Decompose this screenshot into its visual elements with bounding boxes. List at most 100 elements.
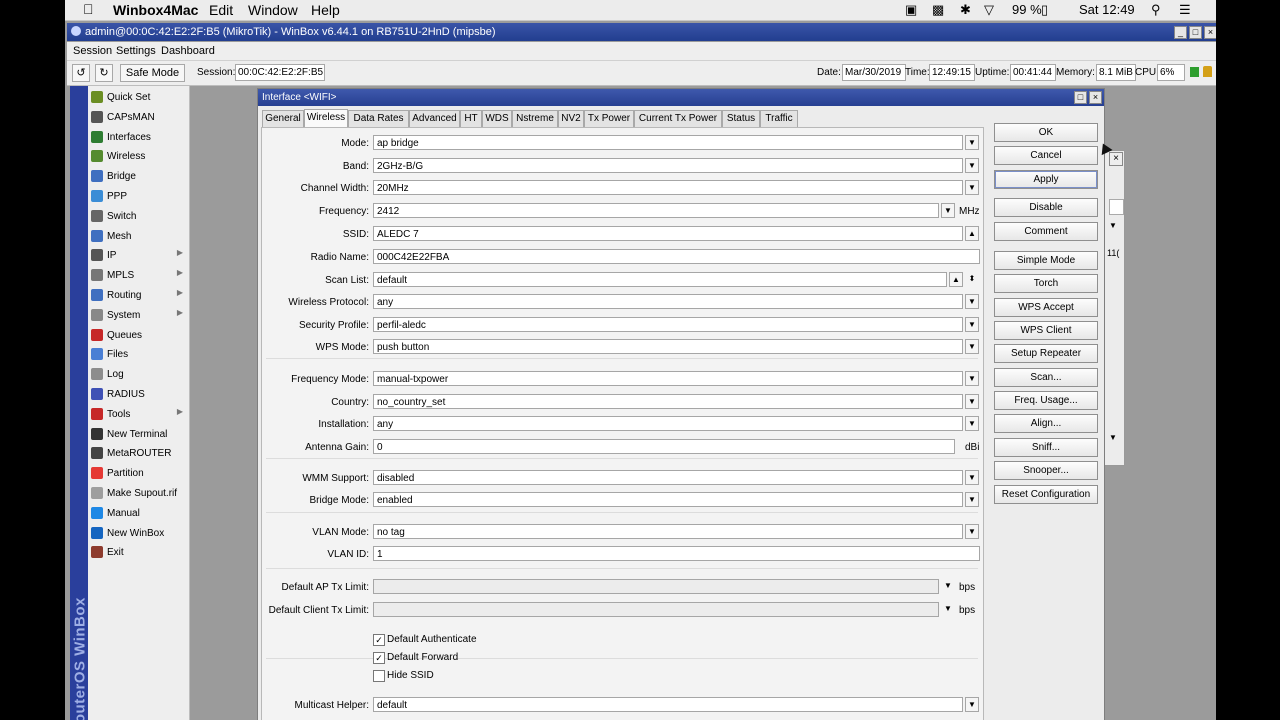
sidebar-item-partition[interactable]: Partition: [88, 464, 189, 483]
scan-list-field[interactable]: default: [373, 272, 947, 287]
chevron-down-icon[interactable]: ▼: [965, 394, 979, 409]
dialog-titlebar[interactable]: Interface <WIFI> □ ×: [258, 89, 1104, 106]
vlan-mode-field[interactable]: no tag: [373, 524, 963, 539]
mac-app-name[interactable]: Winbox4Mac: [113, 2, 198, 18]
default-client-tx-limit-field[interactable]: [373, 602, 939, 617]
sidebar-item-bridge[interactable]: Bridge: [88, 167, 189, 186]
chevron-down-icon[interactable]: ▼: [965, 180, 979, 195]
close-icon[interactable]: ×: [1204, 26, 1216, 39]
notification-icon[interactable]: ▩: [932, 2, 944, 18]
torch-button[interactable]: Torch: [994, 274, 1098, 293]
sidebar-item-manual[interactable]: Manual: [88, 504, 189, 523]
sidebar-item-system[interactable]: System ▶: [88, 306, 189, 325]
chevron-down-icon[interactable]: ▼: [965, 339, 979, 354]
vlan-id-field[interactable]: 1: [373, 546, 980, 561]
sidebar-item-files[interactable]: Files: [88, 345, 189, 364]
sidebar-item-interfaces[interactable]: Interfaces: [88, 128, 189, 147]
chevron-down-icon[interactable]: ▼: [965, 158, 979, 173]
maximize-icon[interactable]: □: [1189, 26, 1202, 39]
align-button[interactable]: Align...: [994, 414, 1098, 433]
screen-record-icon[interactable]: ▣: [905, 2, 917, 18]
chevron-down-icon[interactable]: ▼: [965, 492, 979, 507]
sidebar-item-tools[interactable]: Tools ▶: [88, 405, 189, 424]
window-titlebar[interactable]: admin@00:0C:42:E2:2F:B5 (MikroTik) - Win…: [67, 23, 1216, 41]
sidebar-item-switch[interactable]: Switch: [88, 207, 189, 226]
spotlight-search-icon[interactable]: ⚲: [1151, 2, 1161, 18]
installation-field[interactable]: any: [373, 416, 963, 431]
security-profile-field[interactable]: perfil-aledc: [373, 317, 963, 332]
undo-icon[interactable]: ↺: [72, 64, 90, 82]
freq-usage-button[interactable]: Freq. Usage...: [994, 391, 1098, 410]
sidebar-item-capsman[interactable]: CAPsMAN: [88, 108, 189, 127]
chevron-down-icon[interactable]: ▼: [941, 203, 955, 218]
sidebar-item-radius[interactable]: RADIUS: [88, 385, 189, 404]
sidebar-item-quick-set[interactable]: Quick Set: [88, 88, 189, 107]
setup-repeater-button[interactable]: Setup Repeater: [994, 344, 1098, 363]
apple-icon[interactable]: : [83, 1, 94, 17]
tab-data-rates[interactable]: Data Rates: [348, 110, 409, 127]
default-forward-checkbox[interactable]: ✓ Default Forward: [373, 652, 493, 666]
sidebar-item-new-winbox[interactable]: New WinBox: [88, 524, 189, 543]
sidebar-item-queues[interactable]: Queues: [88, 326, 189, 345]
antenna-gain-field[interactable]: 0: [373, 439, 955, 454]
sidebar-item-wireless[interactable]: Wireless: [88, 147, 189, 166]
wifi-icon[interactable]: ▽: [984, 2, 994, 18]
tab-ht[interactable]: HT: [460, 110, 482, 127]
tab-wireless[interactable]: Wireless: [304, 109, 348, 127]
chevron-down-icon[interactable]: ▼: [965, 697, 979, 712]
channel-width-field[interactable]: 20MHz: [373, 180, 963, 195]
up-down-icon[interactable]: ⬍: [965, 272, 979, 287]
snooper-button[interactable]: Snooper...: [994, 461, 1098, 480]
chevron-down-icon[interactable]: ▼: [965, 317, 979, 332]
tab-advanced[interactable]: Advanced: [409, 110, 460, 127]
hide-ssid-checkbox[interactable]: Hide SSID: [373, 670, 493, 684]
tab-current-tx-power[interactable]: Current Tx Power: [634, 110, 722, 127]
mac-menu-help[interactable]: Help: [311, 2, 340, 18]
scan-button[interactable]: Scan...: [994, 368, 1098, 387]
chevron-down-icon[interactable]: ▼: [965, 524, 979, 539]
tab-general[interactable]: General: [262, 110, 304, 127]
simple-mode-button[interactable]: Simple Mode: [994, 251, 1098, 270]
sidebar-item-routing[interactable]: Routing ▶: [88, 286, 189, 305]
chevron-down-icon[interactable]: ▼: [965, 371, 979, 386]
wireless-protocol-field[interactable]: any: [373, 294, 963, 309]
tab-status[interactable]: Status: [722, 110, 760, 127]
checkmark-icon[interactable]: ✓: [373, 652, 385, 664]
menu-settings[interactable]: Settings: [116, 45, 156, 57]
background-window[interactable]: × ▼ 11( ▼: [1103, 150, 1125, 466]
cancel-button[interactable]: Cancel: [994, 146, 1098, 165]
chevron-down-icon[interactable]: ▼: [965, 470, 979, 485]
chevron-down-icon[interactable]: ▼: [965, 135, 979, 150]
sidebar-item-metarouter[interactable]: MetaROUTER: [88, 444, 189, 463]
redo-icon[interactable]: ↻: [95, 64, 113, 82]
control-center-icon[interactable]: ☰: [1179, 2, 1191, 18]
mac-clock[interactable]: Sat 12:49: [1079, 2, 1135, 17]
sidebar-item-ip[interactable]: IP ▶: [88, 246, 189, 265]
sidebar-item-make-supout-rif[interactable]: Make Supout.rif: [88, 484, 189, 503]
sidebar-item-new-terminal[interactable]: New Terminal: [88, 425, 189, 444]
frequency-field[interactable]: 2412: [373, 203, 939, 218]
bluetooth-icon[interactable]: ✱: [960, 2, 971, 18]
ok-button[interactable]: OK: [994, 123, 1098, 142]
wps-accept-button[interactable]: WPS Accept: [994, 298, 1098, 317]
dialog-maximize-icon[interactable]: □: [1074, 91, 1087, 104]
sidebar-item-mesh[interactable]: Mesh: [88, 227, 189, 246]
chevron-down-icon[interactable]: ▼: [941, 579, 955, 594]
tab-tx-power[interactable]: Tx Power: [584, 110, 634, 127]
sidebar-item-ppp[interactable]: PPP: [88, 187, 189, 206]
apply-button[interactable]: Apply: [994, 170, 1098, 189]
scroll-down-icon[interactable]: ▼: [1109, 433, 1117, 442]
checkbox-empty-icon[interactable]: [373, 670, 385, 682]
sniff-button[interactable]: Sniff...: [994, 438, 1098, 457]
chevron-down-icon[interactable]: ▲: [949, 272, 963, 287]
wps-client-button[interactable]: WPS Client: [994, 321, 1098, 340]
chevron-down-icon[interactable]: ▼: [965, 416, 979, 431]
wps-mode-field[interactable]: push button: [373, 339, 963, 354]
dialog-close-icon[interactable]: ×: [1089, 91, 1102, 104]
chevron-up-icon[interactable]: ▲: [965, 226, 979, 241]
country-field[interactable]: no_country_set: [373, 394, 963, 409]
sidebar-item-exit[interactable]: Exit: [88, 543, 189, 562]
tab-traffic[interactable]: Traffic: [760, 110, 798, 127]
chevron-down-icon[interactable]: ▼: [965, 294, 979, 309]
chevron-down-icon[interactable]: ▼: [1109, 221, 1117, 230]
